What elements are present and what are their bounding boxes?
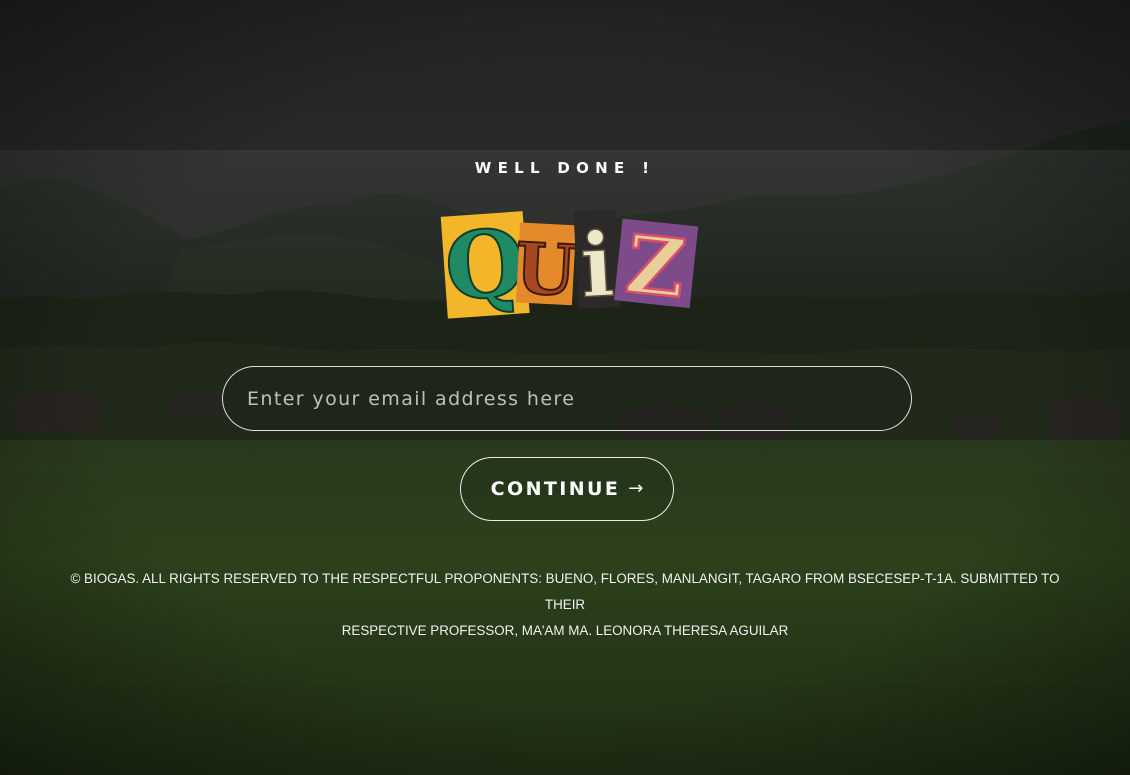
logo-letter-u: U [513,226,578,312]
logo-letter-z: Z [622,217,690,317]
continue-label: CONTINUE [490,478,621,500]
logo-letter-z-tile: Z [614,215,699,317]
quiz-logo: Q U i Z [440,207,699,323]
footer-line-1: © BIOGAS. ALL RIGHTS RESERVED TO THE RES… [70,571,1060,612]
logo-letter-u-tile: U [512,222,579,313]
arrow-right-icon: → [628,478,644,499]
email-field[interactable] [222,366,912,431]
email-input[interactable] [223,367,911,430]
continue-button[interactable]: CONTINUE → [460,457,674,521]
logo-letter-i: i [578,212,617,318]
footer-line-2: RESPECTIVE PROFESSOR, MA'AM MA. LEONORA … [341,623,789,638]
footer-copyright: © BIOGAS. ALL RIGHTS RESERVED TO THE RES… [60,566,1070,644]
page-heading: WELL DONE ! [474,159,656,177]
logo-letter-i-tile: i [573,208,621,318]
